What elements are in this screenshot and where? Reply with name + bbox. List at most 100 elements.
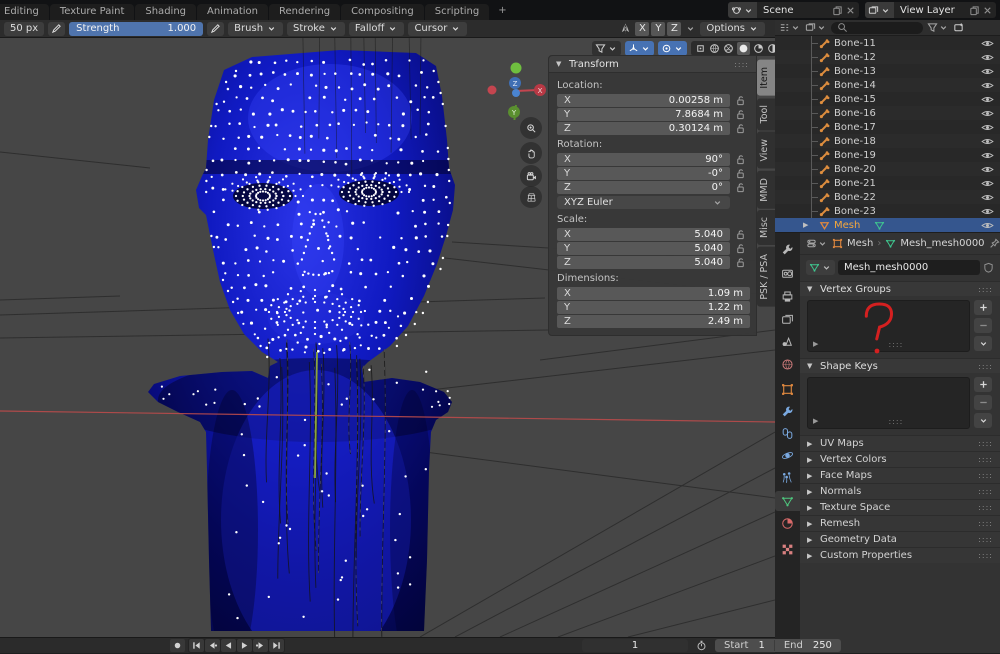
lock-icon[interactable]: [730, 229, 750, 240]
lock-icon[interactable]: [730, 168, 750, 179]
properties-tab-material-icon[interactable]: [775, 513, 800, 533]
play-reverse-button[interactable]: [221, 639, 236, 652]
shape-keys-list[interactable]: ▶::::: [807, 377, 970, 429]
remove-view-layer-icon[interactable]: [982, 5, 993, 16]
hide-eye-icon[interactable]: [981, 53, 994, 62]
strength-slider[interactable]: Strength 1.000: [69, 22, 203, 36]
outliner-item-bone-18[interactable]: Bone-18: [775, 134, 1000, 148]
outliner-item-bone-15[interactable]: Bone-15: [775, 92, 1000, 106]
shading-solid-icon[interactable]: [737, 42, 750, 55]
add-shape-keys-button[interactable]: [974, 377, 992, 392]
camera-view-icon[interactable]: [520, 165, 542, 187]
section-remesh[interactable]: ▶Remesh::::: [800, 515, 1000, 531]
hide-eye-icon[interactable]: [981, 95, 994, 104]
properties-tab-render-icon[interactable]: [775, 263, 800, 283]
filter-icon[interactable]: [927, 22, 949, 33]
outliner-item-bone-17[interactable]: Bone-17: [775, 120, 1000, 134]
3d-viewport[interactable]: Z X Y ▼ Transform :::: Location:X0.00258…: [0, 38, 775, 637]
hide-eye-icon[interactable]: [981, 81, 994, 90]
pin-icon[interactable]: [989, 238, 1000, 249]
dimensions-z-field[interactable]: Z2.49 m: [557, 315, 750, 328]
view-layer-selector[interactable]: View Layer: [865, 2, 996, 18]
outliner-item-bone-13[interactable]: Bone-13: [775, 64, 1000, 78]
outliner-item-bone-20[interactable]: Bone-20: [775, 162, 1000, 176]
unlink-scene-icon[interactable]: [845, 5, 856, 16]
outliner-search-input[interactable]: [831, 22, 923, 34]
prev-keyframe-button[interactable]: [205, 639, 220, 652]
mesh-name-field[interactable]: Mesh_mesh0000: [838, 260, 980, 275]
snapping-icon[interactable]: [625, 41, 654, 56]
panel-header-shape-keys[interactable]: ▼Shape Keys::::: [800, 358, 1000, 373]
properties-tab-constraints-icon[interactable]: [775, 423, 800, 443]
section-vertex-colors[interactable]: ▶Vertex Colors::::: [800, 451, 1000, 467]
properties-tab-view-layer-icon[interactable]: [775, 309, 800, 329]
properties-tab-tool-icon[interactable]: [775, 239, 800, 259]
hide-eye-icon[interactable]: [981, 165, 994, 174]
location-z-field[interactable]: Z0.30124 m: [557, 122, 730, 135]
gizmo-icon[interactable]: [695, 43, 706, 54]
play-button[interactable]: [237, 639, 252, 652]
panel-header-vertex-groups[interactable]: ▼Vertex Groups::::: [800, 281, 1000, 296]
brush-dropdown[interactable]: Brush: [228, 22, 283, 36]
cursor-dropdown[interactable]: Cursor: [408, 22, 467, 36]
mirror-axis-x[interactable]: X: [635, 22, 649, 36]
hide-eye-icon[interactable]: [981, 123, 994, 132]
outliner-item-bone-14[interactable]: Bone-14: [775, 78, 1000, 92]
rotation-x-field[interactable]: X90°: [557, 153, 730, 166]
stroke-dropdown[interactable]: Stroke: [287, 22, 345, 36]
scene-name[interactable]: Scene: [757, 5, 829, 16]
mirror-axis-z[interactable]: Z: [667, 22, 681, 36]
lock-icon[interactable]: [730, 257, 750, 268]
properties-editor-type-icon[interactable]: [806, 238, 828, 249]
workspace-tab-animation[interactable]: Animation: [197, 4, 268, 20]
lock-icon[interactable]: [730, 109, 750, 120]
hide-eye-icon[interactable]: [981, 193, 994, 202]
outliner-item-bone-11[interactable]: Bone-11: [775, 36, 1000, 50]
brush-radius-field[interactable]: 50 px: [4, 22, 44, 36]
new-scene-icon[interactable]: [832, 5, 843, 16]
collapse-arrow-icon[interactable]: ▼: [556, 60, 564, 68]
outliner-item-bone-16[interactable]: Bone-16: [775, 106, 1000, 120]
pan-hand-icon[interactable]: [520, 142, 542, 164]
transform-panel-header[interactable]: ▼ Transform ::::: [549, 56, 756, 73]
properties-tab-object-data-icon[interactable]: [775, 491, 800, 511]
lock-icon[interactable]: [730, 154, 750, 165]
hide-eye-icon[interactable]: [981, 137, 994, 146]
add-vertex-groups-button[interactable]: [974, 300, 992, 315]
scene-browse-icon[interactable]: [728, 2, 757, 18]
scale-z-field[interactable]: Z5.040: [557, 256, 730, 269]
radius-pressure-icon[interactable]: [48, 22, 65, 36]
view-layer-browse-icon[interactable]: [865, 2, 894, 18]
expand-icon[interactable]: ▶: [803, 221, 808, 229]
rotation-y-field[interactable]: Y-0°: [557, 167, 730, 180]
workspace-tab-scripting[interactable]: Scripting: [425, 4, 489, 20]
rotation-mode-dropdown[interactable]: XYZ Euler: [557, 196, 730, 209]
npanel-tab-item[interactable]: Item: [757, 60, 775, 96]
breadcrumb-object-name[interactable]: Mesh: [847, 238, 873, 249]
lock-icon[interactable]: [730, 123, 750, 134]
breadcrumb-data-name[interactable]: Mesh_mesh0000: [900, 238, 984, 249]
rotation-z-field[interactable]: Z0°: [557, 181, 730, 194]
lock-icon[interactable]: [730, 182, 750, 193]
outliner-item-bone-22[interactable]: Bone-22: [775, 190, 1000, 204]
dimensions-y-field[interactable]: Y1.22 m: [557, 301, 750, 314]
proportional-editing-icon[interactable]: [658, 41, 687, 56]
new-view-layer-icon[interactable]: [969, 5, 980, 16]
vertex-groups-specials-icon[interactable]: [974, 336, 992, 351]
hide-eye-icon[interactable]: [981, 39, 994, 48]
workspace-tab-shading[interactable]: Shading: [135, 4, 196, 20]
record-button[interactable]: [170, 639, 185, 652]
shading-material-icon[interactable]: [753, 43, 764, 54]
section-face-maps[interactable]: ▶Face Maps::::: [800, 467, 1000, 483]
fake-user-shield-icon[interactable]: [983, 262, 994, 273]
section-uv-maps[interactable]: ▶UV Maps::::: [800, 435, 1000, 451]
ortho-grid-icon[interactable]: [520, 186, 542, 208]
hide-eye-icon[interactable]: [981, 221, 994, 230]
scene-selector[interactable]: Scene: [728, 2, 859, 18]
mirror-axis-y[interactable]: Y: [651, 22, 665, 36]
frame-end-field[interactable]: End250: [774, 640, 841, 651]
npanel-tab-view[interactable]: View: [757, 132, 775, 169]
properties-tab-physics-icon[interactable]: [775, 445, 800, 465]
new-collection-icon[interactable]: [953, 22, 964, 33]
lock-icon[interactable]: [730, 95, 750, 106]
